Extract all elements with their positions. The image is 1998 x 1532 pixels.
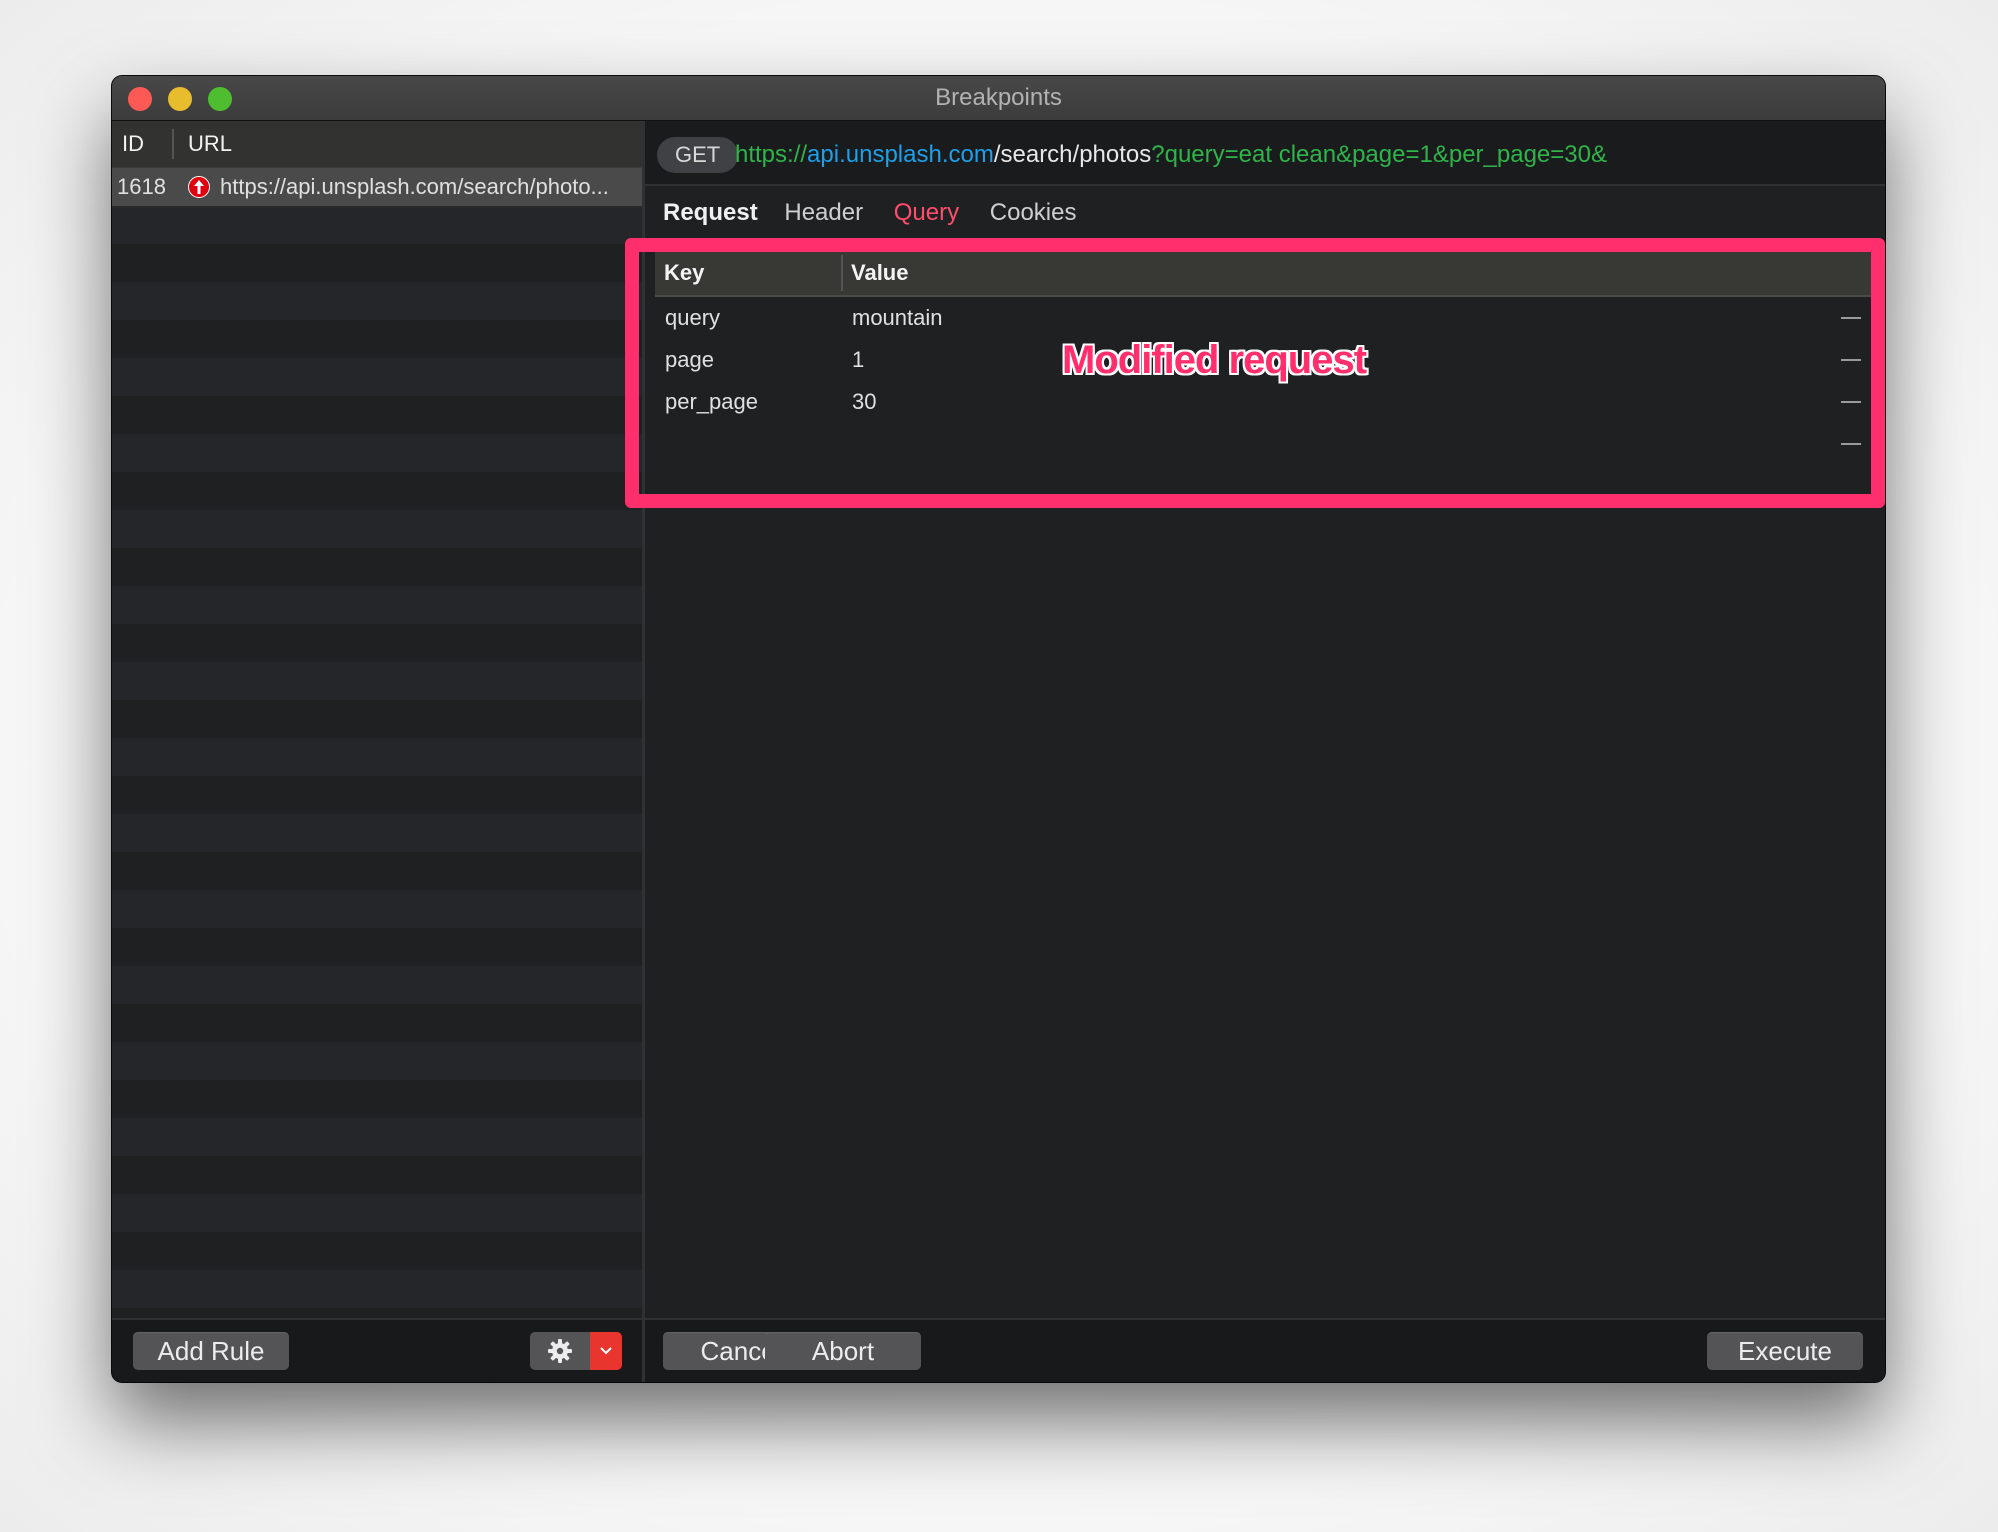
settings-button-group — [530, 1332, 622, 1370]
column-header-id[interactable]: ID — [122, 121, 144, 167]
list-item[interactable]: 1618 https://api.unsplash.com/search/pho… — [112, 168, 642, 208]
remove-row-icon[interactable] — [1841, 317, 1861, 319]
param-key[interactable]: page — [665, 339, 714, 381]
column-divider[interactable] — [841, 255, 843, 291]
tab-header[interactable]: Header — [784, 199, 863, 226]
request-tabs: Request Header Query Cookies — [663, 199, 1101, 239]
title-bar: Breakpoints — [112, 76, 1885, 121]
param-value[interactable]: 30 — [852, 381, 876, 423]
list-header: ID URL — [112, 121, 642, 168]
url-query: ?query=eat clean&page=1&per_page=30& — [1151, 141, 1607, 168]
column-header-value[interactable]: Value — [851, 251, 908, 295]
annotation-label: Modified request — [1062, 338, 1367, 382]
request-url-full[interactable]: https://api.unsplash.com/search/photos?q… — [735, 121, 1607, 189]
breakpoint-list-pane: ID URL 1618 https://api.unsplash.com/sea… — [112, 121, 645, 1320]
url-path: /search/photos — [993, 141, 1152, 168]
window-title: Breakpoints — [935, 84, 1062, 111]
list-background — [112, 168, 642, 1320]
pane-divider[interactable] — [642, 1320, 645, 1382]
request-upload-icon — [188, 176, 210, 198]
abort-button[interactable]: Abort — [765, 1332, 921, 1370]
request-url: https://api.unsplash.com/search/photo... — [220, 174, 609, 199]
tab-query[interactable]: Query — [894, 199, 959, 226]
column-divider[interactable] — [172, 129, 174, 159]
breakpoints-window: Breakpoints ID URL 1618 https://api.unsp… — [112, 76, 1885, 1382]
chevron-down-icon — [600, 1347, 612, 1355]
remove-row-icon[interactable] — [1841, 443, 1861, 445]
execute-button[interactable]: Execute — [1707, 1332, 1863, 1370]
request-id: 1618 — [117, 174, 166, 199]
settings-dropdown-button[interactable] — [590, 1332, 622, 1370]
column-header-key[interactable]: Key — [664, 251, 704, 295]
url-host: api.unsplash.com — [807, 141, 994, 168]
param-key[interactable]: per_page — [665, 381, 758, 423]
table-row-empty[interactable] — [655, 423, 1873, 465]
param-value[interactable]: 1 — [852, 339, 864, 381]
http-method-badge: GET — [657, 137, 739, 173]
settings-button[interactable] — [530, 1332, 590, 1370]
request-section-title: Request — [663, 199, 758, 226]
tab-cookies[interactable]: Cookies — [990, 199, 1077, 226]
bottom-toolbar: Add Rule Cancel Abort Execute — [112, 1318, 1885, 1382]
table-row[interactable]: query mountain — [655, 297, 1873, 339]
remove-row-icon[interactable] — [1841, 359, 1861, 361]
remove-row-icon[interactable] — [1841, 401, 1861, 403]
param-value[interactable]: mountain — [852, 297, 943, 339]
url-bar: GET https://api.unsplash.com/search/phot… — [645, 121, 1885, 186]
column-header-url[interactable]: URL — [188, 121, 232, 167]
table-header: Key Value — [655, 251, 1873, 297]
request-detail-pane: GET https://api.unsplash.com/search/phot… — [645, 121, 1885, 1320]
gear-icon — [548, 1339, 572, 1363]
table-row[interactable]: per_page 30 — [655, 381, 1873, 423]
add-rule-button[interactable]: Add Rule — [133, 1332, 289, 1370]
param-key[interactable]: query — [665, 297, 720, 339]
url-scheme: https:// — [735, 141, 808, 168]
